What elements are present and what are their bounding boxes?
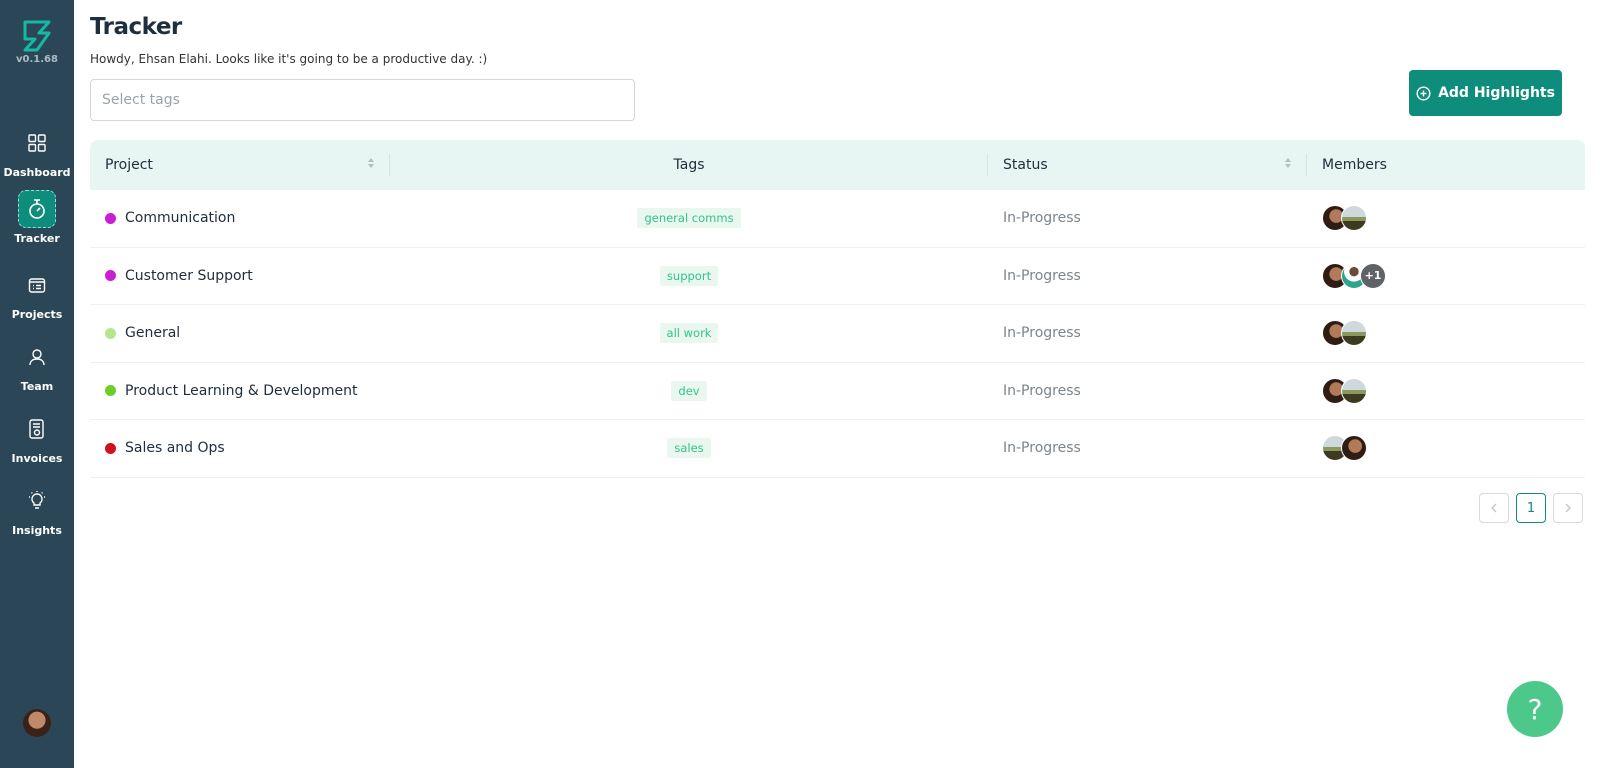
- tags-select[interactable]: Select tags: [90, 79, 635, 121]
- project-tag: all work: [659, 323, 719, 344]
- column-header-label: Members: [1322, 157, 1387, 173]
- project-color-dot: [105, 442, 116, 454]
- project-name[interactable]: General: [125, 325, 180, 341]
- next-page-button[interactable]: [1553, 493, 1583, 523]
- project-status: In-Progress: [1003, 267, 1081, 284]
- sidebar-item-label: Invoices: [11, 452, 63, 465]
- column-header-project[interactable]: Project: [90, 140, 390, 190]
- member-avatars: [1322, 377, 1367, 404]
- sidebar-item-label: Projects: [11, 308, 63, 321]
- project-color-dot: [105, 212, 116, 224]
- member-avatars: [1322, 205, 1367, 232]
- project-color-dot: [105, 327, 116, 339]
- table-header: Project Tags Status Members: [90, 140, 1585, 190]
- lightbulb-icon: [18, 482, 56, 520]
- sort-icon[interactable]: [368, 158, 374, 168]
- user-avatar[interactable]: [23, 709, 51, 737]
- help-icon: ?: [1527, 692, 1543, 726]
- page-title: Tracker: [90, 14, 182, 40]
- pagination: 1: [1479, 493, 1583, 523]
- stopwatch-icon: [18, 190, 56, 228]
- project-name[interactable]: Customer Support: [125, 268, 253, 284]
- logo-icon: [23, 20, 51, 52]
- project-status: In-Progress: [1003, 210, 1081, 227]
- project-color-dot: [105, 270, 116, 282]
- project-status: In-Progress: [1003, 440, 1081, 457]
- person-icon: [18, 338, 56, 376]
- project-tag: sales: [667, 438, 711, 459]
- sidebar-item-label: Dashboard: [3, 166, 71, 179]
- add-highlights-label: Add Highlights: [1438, 85, 1555, 101]
- chevron-left-icon: [1491, 503, 1497, 513]
- member-avatars: +1: [1322, 262, 1386, 289]
- column-header-tags: Tags: [390, 140, 988, 190]
- table-row[interactable]: General all work In-Progress: [90, 305, 1585, 363]
- table-row[interactable]: Customer Support support In-Progress +1: [90, 248, 1585, 305]
- column-header-label: Tags: [673, 157, 705, 173]
- sidebar-item-label: Insights: [12, 524, 62, 537]
- project-tag: general comms: [637, 208, 741, 229]
- plus-circle-icon: [1416, 85, 1431, 101]
- project-status: In-Progress: [1003, 382, 1081, 399]
- app-version: v0.1.68: [16, 54, 58, 65]
- projects-icon: [18, 266, 56, 304]
- project-status: In-Progress: [1003, 325, 1081, 342]
- sidebar: v0.1.68 Dashboard Tracker Projects Team …: [0, 0, 74, 768]
- column-header-members: Members: [1307, 140, 1585, 190]
- sidebar-item-dashboard[interactable]: Dashboard: [0, 124, 74, 179]
- project-name[interactable]: Sales and Ops: [125, 440, 225, 456]
- sidebar-item-label: Team: [20, 380, 54, 393]
- project-tag: dev: [671, 380, 707, 401]
- add-highlights-button[interactable]: Add Highlights: [1409, 70, 1562, 116]
- column-header-label: Status: [1003, 157, 1048, 173]
- project-color-dot: [105, 385, 116, 397]
- tags-select-placeholder: Select tags: [102, 92, 180, 108]
- member-avatar: [1341, 435, 1367, 462]
- sort-icon[interactable]: [1285, 158, 1291, 168]
- dashboard-icon: [18, 124, 56, 162]
- prev-page-button[interactable]: [1479, 493, 1509, 523]
- project-name[interactable]: Communication: [125, 210, 235, 226]
- table-row[interactable]: Product Learning & Development dev In-Pr…: [90, 363, 1585, 420]
- member-avatars: [1322, 435, 1367, 462]
- sidebar-item-invoices[interactable]: Invoices: [0, 410, 74, 465]
- invoice-icon: [18, 410, 56, 448]
- sidebar-item-projects[interactable]: Projects: [0, 266, 74, 321]
- app-logo[interactable]: v0.1.68: [0, 20, 74, 65]
- sidebar-item-insights[interactable]: Insights: [0, 482, 74, 537]
- chevron-right-icon: [1565, 503, 1571, 513]
- sidebar-item-label: Tracker: [14, 232, 60, 245]
- greeting-text: Howdy, Ehsan Elahi. Looks like it's goin…: [90, 52, 488, 66]
- page-number-button[interactable]: 1: [1516, 493, 1546, 523]
- project-name[interactable]: Product Learning & Development: [125, 383, 357, 399]
- table-row[interactable]: Communication general comms In-Progress: [90, 190, 1585, 248]
- member-avatars: [1322, 320, 1367, 347]
- member-avatar: [1341, 205, 1367, 232]
- more-members-badge[interactable]: +1: [1360, 262, 1386, 289]
- column-header-label: Project: [105, 157, 153, 173]
- table-row[interactable]: Sales and Ops sales In-Progress: [90, 420, 1585, 478]
- member-avatar: [1341, 320, 1367, 347]
- sidebar-item-tracker[interactable]: Tracker: [0, 190, 74, 245]
- project-tag: support: [659, 265, 719, 286]
- projects-table: Project Tags Status Members Communicatio…: [90, 140, 1585, 478]
- column-header-status[interactable]: Status: [988, 140, 1307, 190]
- sidebar-item-team[interactable]: Team: [0, 338, 74, 393]
- main-content: Tracker Howdy, Ehsan Elahi. Looks like i…: [74, 0, 1600, 768]
- help-button[interactable]: ?: [1507, 681, 1563, 737]
- member-avatar: [1341, 377, 1367, 404]
